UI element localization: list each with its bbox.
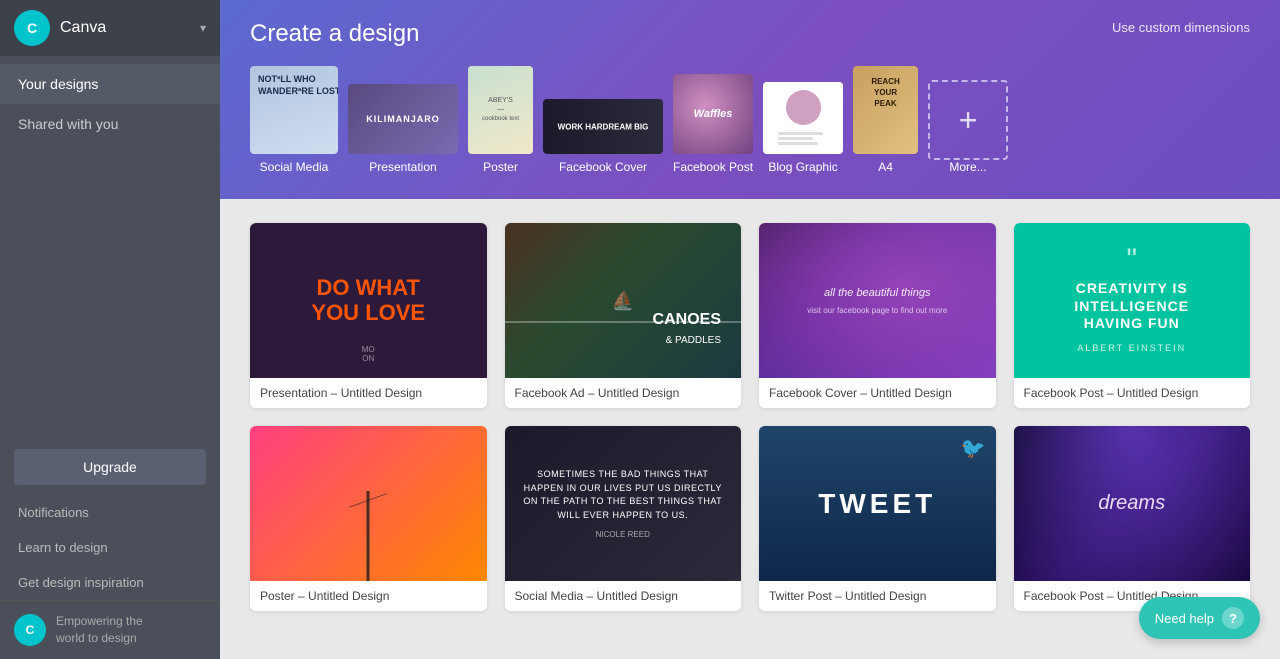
design-card-label: Facebook Ad – Untitled Design: [505, 378, 742, 408]
recent-designs-section: DO WHAT YOU LOVE MOON Presentation – Unt…: [220, 199, 1280, 659]
design-type-a4[interactable]: A4: [853, 66, 918, 174]
design-card-label: Poster – Untitled Design: [250, 581, 487, 611]
design-type-label: Social Media: [260, 160, 329, 174]
footer-canva-logo: C: [14, 614, 46, 646]
facebook-post-thumb: [673, 74, 753, 154]
design-card-label: Twitter Post – Untitled Design: [759, 581, 996, 611]
design-type-grid: Social Media Presentation ABEY'S—cookboo…: [250, 66, 1250, 174]
sidebar-item-shared-with-you[interactable]: Shared with you: [0, 104, 220, 144]
poster-thumb: ABEY'S—cookbook text: [468, 66, 533, 154]
main-content: Create a design Use custom dimensions So…: [220, 0, 1280, 659]
nav-item-label: Your designs: [18, 76, 98, 92]
sidebar-link-label: Get design inspiration: [18, 575, 144, 590]
bird-decoration: 🐦: [961, 436, 986, 461]
designs-grid: DO WHAT YOU LOVE MOON Presentation – Unt…: [250, 223, 1250, 611]
page-title: Create a design: [250, 20, 419, 48]
help-icon: ?: [1222, 607, 1244, 629]
quote-mark: ": [1074, 248, 1189, 272]
design-card-thumb: dreams: [1014, 426, 1251, 581]
post-text: CREATIVITY ISINTELLIGENCEHAVING FUN: [1074, 280, 1189, 333]
design-type-presentation[interactable]: Presentation: [348, 84, 458, 174]
design-type-social-media[interactable]: Social Media: [250, 66, 338, 174]
design-type-label: Poster: [483, 160, 518, 174]
sidebar-link-label: Learn to design: [18, 540, 108, 555]
design-card-label: Facebook Post – Untitled Design: [1014, 378, 1251, 408]
design-card-pink[interactable]: Poster – Untitled Design: [250, 426, 487, 611]
tweet-word-text: TWEET: [818, 488, 936, 520]
design-card-thumb: DO WHAT YOU LOVE MOON: [250, 223, 487, 378]
sidebar-nav: Your designs Shared with you: [0, 56, 220, 439]
design-type-facebook-post[interactable]: Facebook Post: [673, 74, 753, 174]
facebook-cover-thumb: [543, 99, 663, 154]
design-type-label: Facebook Post: [673, 160, 753, 174]
more-thumb: +: [928, 80, 1008, 160]
sidebar-link-notifications[interactable]: Notifications: [0, 495, 220, 530]
upgrade-button[interactable]: Upgrade: [14, 449, 206, 485]
create-header: Create a design Use custom dimensions So…: [220, 0, 1280, 199]
dreams-text: dreams: [1098, 492, 1165, 515]
design-card-thumb: " CREATIVITY ISINTELLIGENCEHAVING FUN AL…: [1014, 223, 1251, 378]
sidebar-footer-text: Empowering the world to design: [56, 613, 143, 647]
design-card-tweet[interactable]: TWEET 🐦 Twitter Post – Untitled Design: [759, 426, 996, 611]
card-divider: [505, 321, 742, 323]
design-card-thumb: CANOES& PADDLES ⛵: [505, 223, 742, 378]
card-icon: ⛵: [612, 290, 634, 311]
sidebar-footer: C Empowering the world to design: [0, 600, 220, 659]
logo-letter: C: [27, 20, 37, 36]
chevron-down-icon: ▾: [200, 21, 206, 35]
blog-graphic-thumb: [763, 82, 843, 154]
footer-line1: Empowering the: [56, 614, 143, 628]
sidebar-brand-name: Canva: [60, 19, 200, 37]
design-card-label: Presentation – Untitled Design: [250, 378, 487, 408]
card-subtext: MOON: [362, 345, 375, 363]
design-card-thumb: [250, 426, 487, 581]
quote-author: NICOLE REED: [520, 530, 727, 539]
sidebar-link-learn-to-design[interactable]: Learn to design: [0, 530, 220, 565]
social-media-thumb: [250, 66, 338, 154]
design-type-facebook-cover[interactable]: Facebook Cover: [543, 99, 663, 174]
design-type-more[interactable]: + More...: [928, 80, 1008, 174]
a4-thumb: [853, 66, 918, 154]
design-type-poster[interactable]: ABEY'S—cookbook text Poster: [468, 66, 533, 174]
custom-dimensions-link[interactable]: Use custom dimensions: [1112, 20, 1250, 35]
card-quote-content: SOMETIMES THE BAD THINGS THAT HAPPEN IN …: [520, 468, 727, 539]
design-type-label: A4: [878, 160, 893, 174]
design-type-label: Presentation: [369, 160, 436, 174]
presentation-thumb: [348, 84, 458, 154]
design-type-label: Blog Graphic: [768, 160, 837, 174]
attribution: ALBERT EINSTEIN: [1074, 343, 1189, 353]
design-card-thumb: all the beautiful things visit our faceb…: [759, 223, 996, 378]
design-card-facebook-cover[interactable]: all the beautiful things visit our faceb…: [759, 223, 996, 408]
sidebar-link-design-inspiration[interactable]: Get design inspiration: [0, 565, 220, 600]
card-post-content: " CREATIVITY ISINTELLIGENCEHAVING FUN AL…: [1074, 248, 1189, 353]
design-card-presentation[interactable]: DO WHAT YOU LOVE MOON Presentation – Unt…: [250, 223, 487, 408]
design-card-quote-dark[interactable]: SOMETIMES THE BAD THINGS THAT HAPPEN IN …: [505, 426, 742, 611]
design-card-label: Facebook Cover – Untitled Design: [759, 378, 996, 408]
design-card-label: Social Media – Untitled Design: [505, 581, 742, 611]
card-content: DO WHAT YOU LOVE: [311, 276, 425, 324]
design-type-label: Facebook Cover: [559, 160, 647, 174]
design-card-thumb: TWEET 🐦: [759, 426, 996, 581]
dreams-content: dreams: [1014, 426, 1251, 581]
sidebar-header[interactable]: C Canva ▾: [0, 0, 220, 56]
sidebar-item-your-designs[interactable]: Your designs: [0, 64, 220, 104]
design-type-blog-graphic[interactable]: Blog Graphic: [763, 82, 843, 174]
design-card-facebook-ad[interactable]: CANOES& PADDLES ⛵ Facebook Ad – Untitled…: [505, 223, 742, 408]
card-cover-text: all the beautiful things visit our faceb…: [797, 276, 957, 324]
design-card-dreams[interactable]: dreams Facebook Post – Untitled Design: [1014, 426, 1251, 611]
design-card-thumb: SOMETIMES THE BAD THINGS THAT HAPPEN IN …: [505, 426, 742, 581]
design-type-label: More...: [949, 160, 986, 174]
create-title-row: Create a design Use custom dimensions: [250, 20, 1250, 48]
need-help-label: Need help: [1155, 611, 1214, 626]
card-overlay-text: CANOES& PADDLES: [653, 310, 721, 348]
sidebar-link-label: Notifications: [18, 505, 89, 520]
canva-logo: C: [14, 10, 50, 46]
nav-item-label: Shared with you: [18, 116, 118, 132]
need-help-button[interactable]: Need help ?: [1139, 597, 1260, 639]
quote-text: SOMETIMES THE BAD THINGS THAT HAPPEN IN …: [520, 468, 727, 522]
sidebar: C Canva ▾ Your designs Shared with you U…: [0, 0, 220, 659]
design-card-facebook-post[interactable]: " CREATIVITY ISINTELLIGENCEHAVING FUN AL…: [1014, 223, 1251, 408]
footer-line2: world to design: [56, 631, 137, 645]
